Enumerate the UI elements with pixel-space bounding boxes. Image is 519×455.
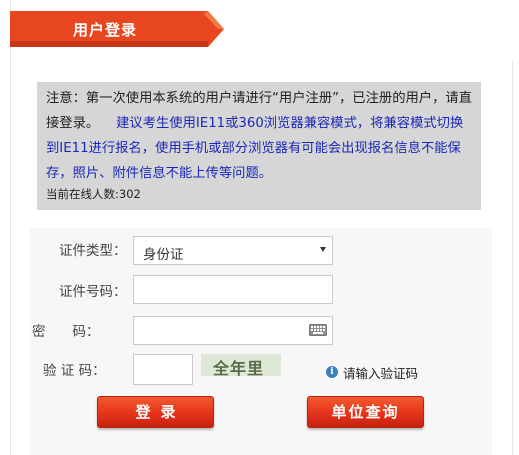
panel-right-border (512, 60, 513, 455)
id-number-label: 证件号码： (59, 284, 127, 300)
online-count: 当前在线人数:302 (46, 187, 141, 201)
keyboard-icon[interactable] (309, 324, 327, 336)
unit-query-button[interactable]: 单位查询 (307, 396, 424, 428)
info-icon: i (326, 366, 338, 378)
id-type-selected: 身份证 (143, 247, 184, 263)
id-number-input[interactable] (133, 275, 333, 304)
login-title-banner: 用户登录 (10, 11, 224, 47)
captcha-image[interactable]: 全年里 (201, 354, 281, 378)
captcha-image-text: 全年里 (213, 359, 265, 378)
id-type-select[interactable]: 身份证 (133, 236, 333, 265)
login-button[interactable]: 登录 (97, 396, 214, 428)
chevron-down-icon (320, 247, 326, 252)
captcha-input[interactable] (133, 354, 193, 385)
panel-left-border (10, 0, 11, 455)
id-type-label: 证件类型： (59, 243, 127, 259)
captcha-hint: 请输入验证码 (343, 366, 419, 381)
password-input[interactable] (133, 316, 333, 345)
notice-text: 注意：第一次使用本系统的用户请进行“用户注册”，已注册的用户，请直接登录。 建议… (46, 86, 476, 186)
notice-box: 注意：第一次使用本系统的用户请进行“用户注册”，已注册的用户，请直接登录。 建议… (37, 82, 481, 210)
captcha-label: 验 证 码： (43, 363, 106, 379)
password-label: 密 码： (32, 324, 100, 340)
page-title: 用户登录 (73, 21, 138, 39)
notice-text-blue: 建议考生使用IE11或360浏览器兼容模式，将兼容模式切换到IE11进行报名，使… (46, 116, 464, 181)
